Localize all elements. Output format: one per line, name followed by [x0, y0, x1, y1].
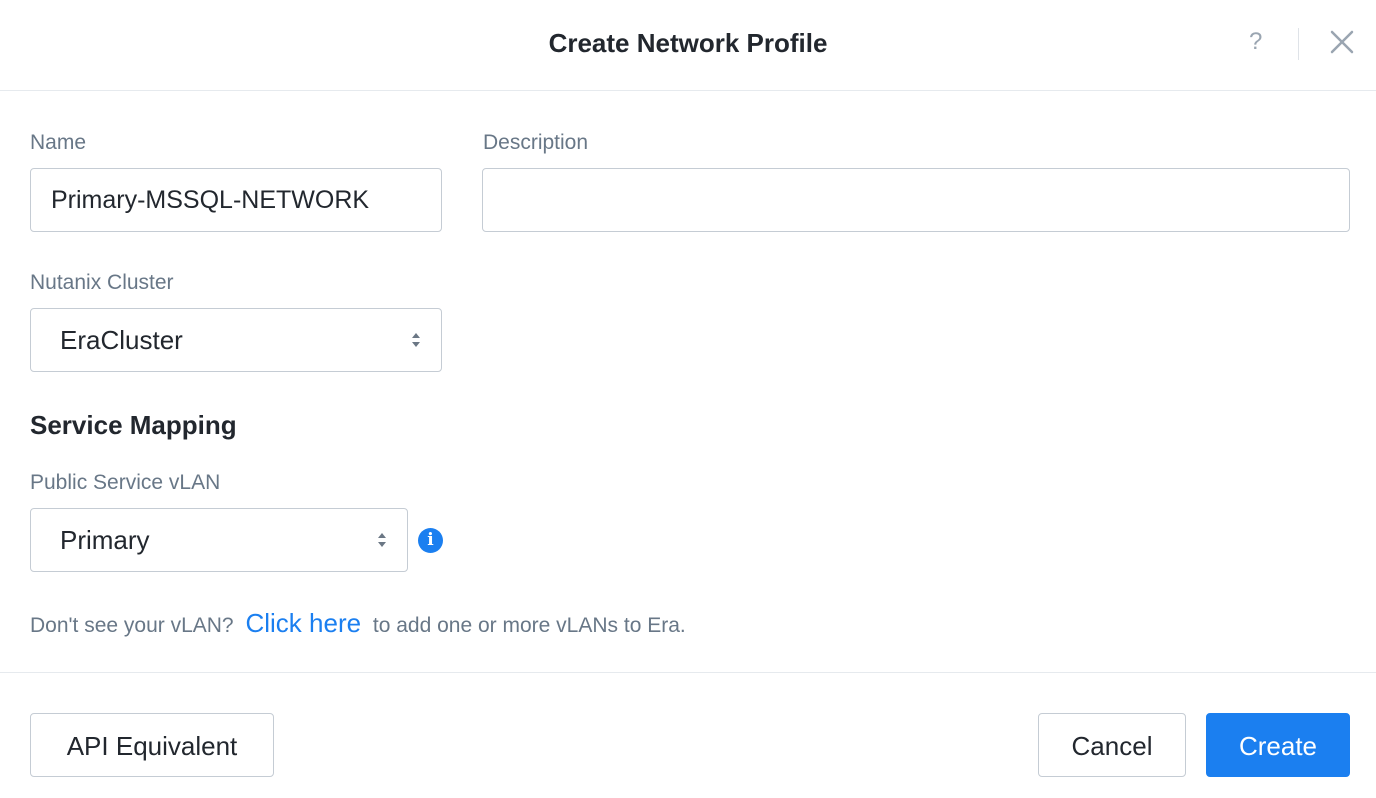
public-service-vlan-select[interactable]: Primary — [30, 508, 408, 572]
vlan-note-prefix: Don't see your vLAN? — [30, 614, 234, 637]
service-mapping-heading: Service Mapping — [30, 410, 237, 440]
nutanix-cluster-label: Nutanix Cluster — [30, 271, 174, 294]
header-divider — [1298, 28, 1299, 60]
close-icon[interactable] — [1328, 28, 1356, 56]
question-mark-icon[interactable]: ? — [1249, 28, 1262, 56]
description-label: Description — [483, 131, 589, 154]
vlan-help-note: Don't see your vLAN? Click here to add o… — [30, 608, 686, 639]
add-vlan-link[interactable]: Click here — [245, 608, 361, 638]
create-button[interactable]: Create — [1206, 713, 1350, 777]
nutanix-cluster-select[interactable]: EraCluster — [30, 308, 442, 372]
api-equivalent-button[interactable]: API Equivalent — [30, 713, 274, 777]
dialog-title: Create Network Profile — [548, 28, 828, 58]
dialog-header: Create Network Profile ? — [0, 0, 1376, 91]
public-service-vlan-label: Public Service vLAN — [30, 471, 221, 494]
info-icon[interactable]: i — [418, 528, 443, 553]
name-input[interactable] — [30, 168, 442, 232]
name-label: Name — [30, 131, 87, 154]
select-arrows-icon — [411, 331, 421, 349]
dialog-footer: API Equivalent Cancel Create — [0, 672, 1376, 798]
create-network-profile-dialog: Create Network Profile ? Name Descriptio… — [0, 0, 1376, 798]
nutanix-cluster-selected-value: EraCluster — [60, 325, 183, 355]
description-input[interactable] — [482, 168, 1350, 232]
public-service-vlan-selected-value: Primary — [60, 525, 150, 555]
vlan-note-suffix: to add one or more vLANs to Era. — [372, 614, 686, 637]
select-arrows-icon — [377, 531, 387, 549]
cancel-button[interactable]: Cancel — [1038, 713, 1186, 777]
